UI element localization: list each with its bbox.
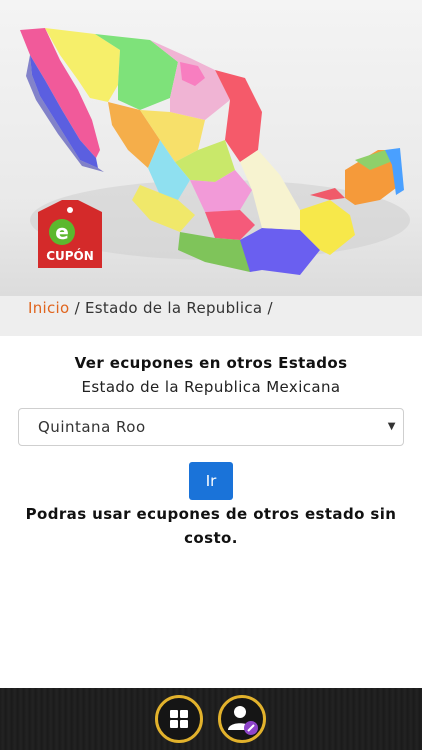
breadcrumb-separator: / <box>267 299 273 317</box>
state-select-value: Quintana Roo <box>38 418 146 436</box>
ecupon-logo: e CUPÓN <box>38 200 102 268</box>
state-select[interactable]: Quintana Roo ▼ <box>18 408 404 446</box>
breadcrumb-separator: / <box>74 299 80 317</box>
info-note: Podras usar ecupones de otros estado sin… <box>25 505 397 547</box>
svg-text:e: e <box>55 220 69 244</box>
page-subheading: Estado de la Republica Mexicana <box>81 378 341 396</box>
breadcrumb-current: Estado de la Republica <box>85 299 263 317</box>
breadcrumb-home-link[interactable]: Inicio <box>28 299 70 317</box>
hero-banner: e CUPÓN <box>0 0 422 296</box>
profile-edit-button[interactable] <box>218 695 266 743</box>
page-heading: Ver ecupones en otros Estados <box>74 354 348 372</box>
svg-text:CUPÓN: CUPÓN <box>46 248 94 263</box>
chevron-down-icon: ▼ <box>387 421 396 432</box>
grid-icon <box>170 710 188 728</box>
bottom-nav <box>0 688 422 750</box>
go-button[interactable]: Ir <box>189 462 233 500</box>
breadcrumb: Inicio / Estado de la Republica / <box>0 296 422 336</box>
user-edit-icon <box>228 706 258 735</box>
menu-grid-button[interactable] <box>155 695 203 743</box>
